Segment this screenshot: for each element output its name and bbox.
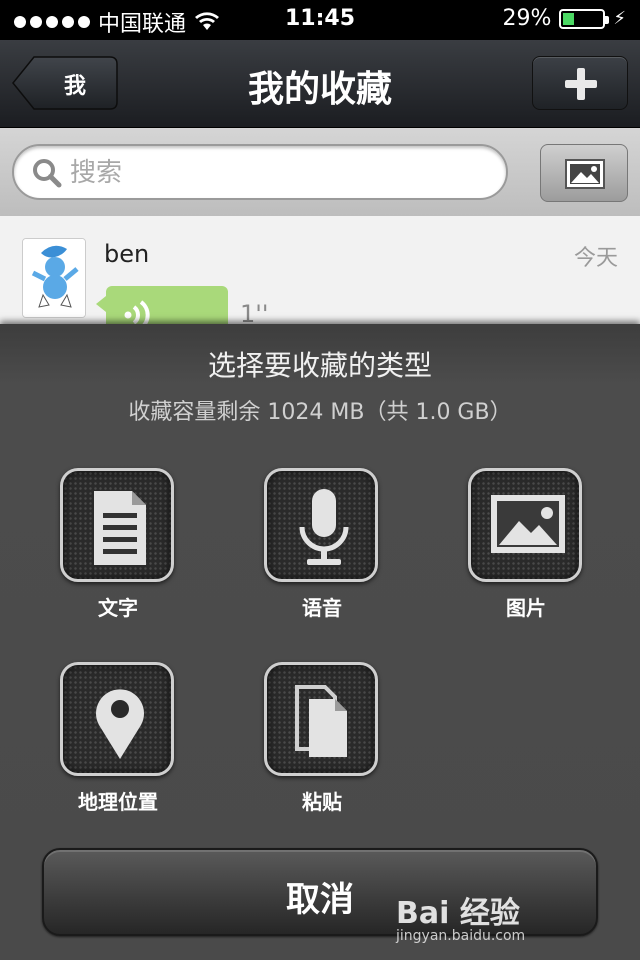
smurf-avatar-image — [23, 239, 85, 317]
watermark-logo-text: Bai 经验 — [396, 896, 520, 931]
option-text[interactable]: 文字 — [38, 468, 198, 628]
plus-icon — [563, 68, 599, 100]
search-bar — [0, 128, 640, 216]
item-timestamp: 今天 — [573, 246, 618, 271]
sheet-title: 选择要收藏的类型 — [207, 349, 432, 382]
status-bar: 中国联通 11:45 29% ⚡ — [0, 0, 640, 40]
option-location-tile — [60, 662, 174, 776]
option-paste[interactable]: 粘贴 — [242, 662, 402, 822]
microphone-icon — [299, 489, 349, 565]
item-author: ben — [104, 240, 150, 268]
option-text-label: 文字 — [98, 596, 138, 620]
option-location-label: 地理位置 — [78, 790, 158, 814]
battery-percent: 29% — [502, 6, 552, 31]
option-voice-label: 语音 — [302, 596, 342, 620]
paste-icon — [295, 685, 347, 757]
battery-level — [563, 12, 575, 25]
search-input[interactable] — [70, 156, 490, 190]
document-icon — [94, 491, 146, 565]
battery-icon — [559, 8, 610, 29]
navigation-bar: 我 我的收藏 — [0, 40, 640, 128]
option-image-label: 图片 — [506, 596, 546, 620]
option-paste-tile — [264, 662, 378, 776]
favorites-list: ben 今天 1'' — [0, 216, 640, 342]
search-icon — [33, 159, 62, 188]
watermark-url: jingyan.baidu.com — [396, 928, 526, 944]
image-icon — [565, 159, 605, 189]
option-voice-tile — [264, 468, 378, 582]
storage-remaining-label: 收藏容量剩余 1024 MB（共 1.0 GB） — [128, 400, 512, 425]
image-search-button[interactable] — [540, 144, 628, 202]
status-right: 29% ⚡ — [502, 6, 626, 31]
add-button[interactable] — [532, 56, 628, 110]
option-location[interactable]: 地理位置 — [38, 662, 198, 822]
avatar — [22, 238, 86, 318]
baidu-jingyan-watermark: Bai 经验 jingyan.baidu.com — [396, 888, 606, 948]
search-field[interactable] — [12, 144, 508, 200]
option-voice[interactable]: 语音 — [242, 468, 402, 628]
option-image[interactable]: 图片 — [446, 468, 606, 628]
option-image-tile — [468, 468, 582, 582]
image-icon — [491, 495, 565, 553]
option-paste-label: 粘贴 — [302, 790, 342, 814]
location-pin-icon — [96, 689, 144, 759]
option-text-tile — [60, 468, 174, 582]
charging-icon: ⚡ — [613, 8, 626, 29]
favorite-type-sheet: 选择要收藏的类型 收藏容量剩余 1024 MB（共 1.0 GB） 文字 语音 — [0, 324, 640, 960]
